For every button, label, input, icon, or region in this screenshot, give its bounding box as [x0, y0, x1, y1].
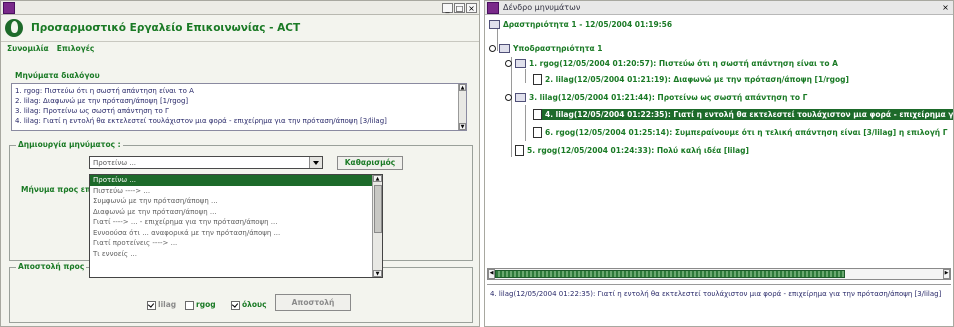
document-icon [533, 127, 542, 138]
tree-node[interactable]: 6. rgog(12/05/2004 01:25:14): Συμπεραίνο… [533, 127, 948, 138]
message-type-select[interactable]: Προτείνω ... [89, 156, 323, 169]
tree-node[interactable]: Υποδραστηριότητα 1 [489, 43, 603, 54]
menu-item-options[interactable]: Επιλογές [57, 44, 95, 56]
app-header: Προσαρμοστικό Εργαλείο Επικοινωνίας - AC… [1, 15, 479, 42]
recipient-all[interactable]: όλους [231, 300, 267, 310]
left-title-bar[interactable]: _ □ × [1, 1, 479, 15]
compose-label: Δημιουργία μηνύματος : [16, 140, 123, 149]
maximize-icon[interactable]: □ [454, 2, 465, 13]
tree-horizontal-scrollbar[interactable]: ◀ ▶ [487, 268, 951, 280]
tree-node[interactable]: 5. rgog(12/05/2004 01:24:33): Πολύ καλή … [515, 145, 749, 156]
message-tree-window: Δένδρο μηνυμάτων × Δραστηριότητα 1 - 12/… [484, 0, 954, 327]
recipient-lilag[interactable]: lilag [147, 300, 176, 310]
folder-icon [515, 59, 526, 68]
send-to-label: Αποστολή προς [16, 262, 87, 271]
folder-icon [499, 44, 510, 53]
scroll-up-icon[interactable]: ▲ [459, 84, 466, 91]
list-item[interactable]: 1. rgog: Πιστεύω ότι η σωστή απάντηση εί… [15, 86, 463, 96]
menu-bar: Συνομιλία Επιλογές [1, 42, 479, 56]
list-item[interactable]: 4. lilag: Γιατί η εντολή θα εκτελεστεί τ… [15, 116, 463, 126]
menu-item-conversation[interactable]: Συνομιλία [7, 44, 49, 56]
rgog-checkbox[interactable] [185, 300, 194, 310]
scroll-up-icon[interactable]: ▲ [373, 175, 382, 182]
document-icon [533, 74, 542, 85]
tree-node[interactable]: 1. rgog(12/05/2004 01:20:57): Πιστεύω ότ… [505, 58, 838, 69]
pin-icon[interactable] [489, 45, 496, 52]
tree-node[interactable]: 2. lilag(12/05/2004 01:21:19): Διαφωνώ μ… [533, 74, 849, 85]
dropdown-option[interactable]: Γιατί προτείνεις ----> ... [90, 238, 382, 249]
message-list[interactable]: 1. rgog: Πιστεύω ότι η σωστή απάντηση εί… [11, 83, 467, 131]
app-icon [487, 1, 499, 14]
document-icon [533, 109, 542, 120]
list-item[interactable]: 2. lilag: Διαφωνώ με την πρόταση/άποψη [… [15, 96, 463, 106]
document-icon [515, 145, 524, 156]
dropdown-option[interactable]: Γιατί ----> ... - επιχείρημα για την πρό… [90, 217, 382, 228]
folder-icon [489, 20, 500, 29]
scroll-right-icon[interactable]: ▶ [943, 269, 950, 279]
tree-connector [525, 69, 526, 83]
message-tree[interactable]: Δραστηριότητα 1 - 12/05/2004 01:19:56 Υπ… [485, 17, 953, 267]
scroll-left-icon[interactable]: ◀ [488, 269, 495, 279]
message-type-dropdown[interactable]: Προτείνω ... Πιστεύω ----> ... Συμφωνώ μ… [89, 174, 383, 278]
send-button[interactable]: Αποστολή [275, 294, 351, 311]
tree-connector [511, 57, 512, 157]
scroll-thumb[interactable] [374, 185, 382, 233]
chevron-down-icon[interactable] [309, 157, 322, 168]
dropdown-option[interactable]: Πιστεύω ----> ... [90, 186, 382, 197]
close-icon[interactable]: × [466, 2, 477, 13]
dropdown-option[interactable]: Διαφωνώ με την πρόταση/άποψη ... [90, 207, 382, 218]
dropdown-option[interactable]: Εννοούσα ότι ... αναφορικά με την πρότασ… [90, 228, 382, 239]
minimize-icon[interactable]: _ [442, 2, 453, 13]
app-icon [3, 1, 15, 14]
folder-icon [515, 93, 526, 102]
scroll-down-icon[interactable]: ▼ [373, 270, 382, 277]
pin-icon[interactable] [505, 94, 512, 101]
lilag-checkbox[interactable] [147, 300, 156, 310]
tree-node[interactable]: 3. lilag(12/05/2004 01:21:44): Προτείνω … [505, 92, 807, 103]
message-to-label: Μήνυμα προς επ [21, 185, 91, 194]
message-type-value: Προτείνω ... [93, 158, 137, 167]
logo-icon [5, 19, 23, 37]
message-list-scrollbar[interactable]: ▲ ▼ [458, 84, 466, 130]
dropdown-scrollbar[interactable]: ▲ ▼ [372, 175, 382, 277]
tree-node-selected[interactable]: 4. lilag(12/05/2004 01:22:35): Γιατί η ε… [533, 109, 953, 120]
dropdown-option[interactable]: Τι εννοείς ... [90, 249, 382, 260]
message-detail: 4. lilag(12/05/2004 01:22:35): Γιατί η ε… [487, 284, 951, 326]
close-icon[interactable]: × [940, 3, 951, 13]
scroll-down-icon[interactable]: ▼ [459, 123, 466, 130]
tree-node[interactable]: Δραστηριότητα 1 - 12/05/2004 01:19:56 [489, 19, 672, 30]
scroll-thumb[interactable] [495, 270, 845, 278]
all-checkbox[interactable] [231, 300, 240, 310]
right-title-bar[interactable]: Δένδρο μηνυμάτων × [485, 1, 953, 15]
messages-label: Μηνύματα διαλόγου [15, 71, 100, 80]
clear-button[interactable]: Καθαρισμός [337, 156, 403, 170]
tree-connector [525, 105, 526, 141]
communication-tool-window: _ □ × Προσαρμοστικό Εργαλείο Επικοινωνία… [0, 0, 480, 327]
right-window-title: Δένδρο μηνυμάτων [503, 3, 581, 12]
dropdown-option[interactable]: Συμφωνώ με την πρόταση/άποψη ... [90, 196, 382, 207]
dropdown-option[interactable]: Προτείνω ... [90, 175, 382, 186]
recipient-rgog[interactable]: rgog [185, 300, 216, 310]
app-title: Προσαρμοστικό Εργαλείο Επικοινωνίας - AC… [31, 22, 301, 34]
pin-icon[interactable] [505, 60, 512, 67]
list-item[interactable]: 3. lilag: Προτείνω ως σωστή απάντηση το … [15, 106, 463, 116]
